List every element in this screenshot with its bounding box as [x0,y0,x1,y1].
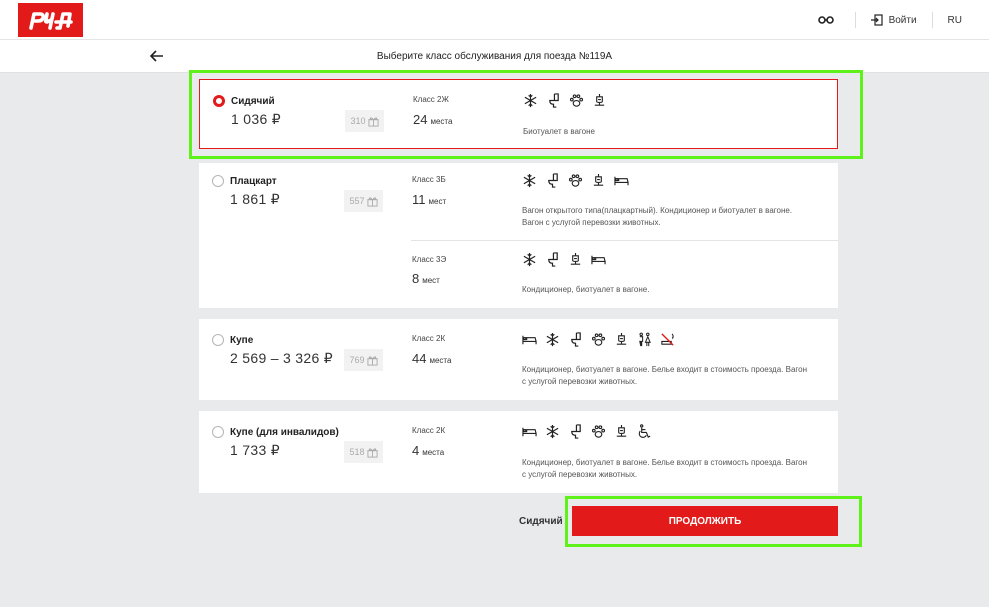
seats-count: 44 [412,351,427,366]
seats-count: 24 [413,112,428,127]
glasses-icon [817,16,834,24]
bed-icon [614,173,629,188]
bonus-points: 557 [344,190,383,212]
bio-icon [592,93,607,108]
car-class-label: Класс 2К [412,334,446,343]
car-class-label: Класс 3Б [412,175,446,184]
seats-count: 4 [412,443,420,458]
gift-icon [367,447,378,458]
car-class-label: Класс 2К [412,426,446,435]
seats-word: мест [422,276,440,285]
class-name: Купе [230,335,254,346]
seats-word: места [430,117,453,126]
bonus-value: 769 [349,355,365,365]
class-card-platzkart[interactable]: Плацкарт 1 861 ₽ 557 Класс 3Б 11 мест Ваг… [199,163,838,308]
bonus-value: 310 [350,116,366,126]
paw-icon [569,93,584,108]
bonus-value: 557 [349,196,365,206]
toilet-icon [545,252,560,267]
amenity-icons [523,93,607,108]
bed-icon [522,332,537,347]
rzd-logo[interactable] [18,3,83,37]
car-class-label: Класс 3Э [412,255,447,264]
selected-class-summary: Сидячий [519,516,563,527]
class-name: Купе (для инвалидов) [230,427,339,438]
paw-icon [568,173,583,188]
divider [411,240,838,241]
car-description: Кондиционер, биотуалет в вагоне. Белье в… [522,365,808,386]
bed-icon [591,252,606,267]
bio-icon [591,173,606,188]
class-price: 1 036 ₽ [231,111,281,127]
class-card-kupe[interactable]: Купе 2 569 – 3 326 ₽ 769 Класс 2К 44 мест… [199,319,838,400]
class-radio-platzkart[interactable] [212,175,224,187]
class-price: 2 569 – 3 326 ₽ [230,350,333,366]
snowflake-icon [522,252,537,267]
class-card-seated[interactable]: Сидячий 1 036 ₽ 310 Класс 2Ж 24 места Био… [199,79,838,149]
car-description: Кондиционер, биотуалет в вагоне. Белье в… [522,458,808,479]
continue-button[interactable]: ПРОДОЛЖИТЬ [572,506,838,536]
page-title: Выберите класс обслуживания для поезда №… [376,51,613,62]
bonus-points: 518 [344,441,383,463]
seats-available: 11 мест [412,191,446,209]
class-radio-seated[interactable] [213,95,225,107]
toilet-icon [568,332,583,347]
accessibility-button[interactable] [803,0,855,40]
amenity-icons [522,332,675,347]
bio-icon [614,332,629,347]
gift-icon [368,116,379,127]
car-class-label: Класс 2Ж [413,95,449,104]
amenity-icons [522,424,652,439]
class-name: Сидячий [231,96,275,107]
amenity-icons [522,173,629,188]
page-header: Выберите класс обслуживания для поезда №… [0,40,989,73]
seats-available: 4 места [412,442,444,460]
class-price: 1 733 ₽ [230,442,280,458]
toilet-icon [545,173,560,188]
mixed-gender-icon [637,332,652,347]
paw-icon [591,424,606,439]
seats-word: мест [428,197,447,206]
bed-icon [522,424,537,439]
bonus-points: 769 [344,349,383,371]
login-button[interactable]: Войти [856,0,932,40]
language-switch[interactable]: RU [933,0,977,40]
login-icon [870,14,883,26]
seats-available: 44 места [412,350,451,368]
class-name: Плацкарт [230,176,277,187]
seats-word: места [422,448,445,457]
rzd-logo-icon [28,12,73,30]
gift-icon [367,196,378,207]
class-price: 1 861 ₽ [230,191,280,207]
wheelchair-icon [637,424,652,439]
seats-word: места [429,356,452,365]
seats-count: 11 [412,192,426,207]
login-label: Войти [888,14,917,26]
toilet-icon [568,424,583,439]
class-card-kupe-disabled[interactable]: Купе (для инвалидов) 1 733 ₽ 518 Класс 2… [199,411,838,493]
no-smoking-icon [660,332,675,347]
snowflake-icon [523,93,538,108]
car-description: Биотуалет в вагоне [523,127,595,136]
top-bar: Войти RU [0,0,989,40]
bonus-points: 310 [345,110,384,132]
bio-icon [614,424,629,439]
snowflake-icon [522,173,537,188]
car-description: Кондиционер, биотуалет в вагоне. [522,285,650,294]
class-radio-kupe-disabled[interactable] [212,426,224,438]
seats-count: 8 [412,271,420,286]
snowflake-icon [545,332,560,347]
amenity-icons [522,252,606,267]
snowflake-icon [545,424,560,439]
class-radio-kupe[interactable] [212,334,224,346]
gift-icon [367,355,378,366]
language-label: RU [947,14,962,26]
bio-icon [568,252,583,267]
bonus-value: 518 [349,447,365,457]
car-description: Вагон открытого типа(плацкартный). Конди… [522,206,793,227]
seats-available: 24 места [413,111,452,129]
toilet-icon [546,93,561,108]
seats-available: 8 мест [412,270,440,288]
paw-icon [591,332,606,347]
